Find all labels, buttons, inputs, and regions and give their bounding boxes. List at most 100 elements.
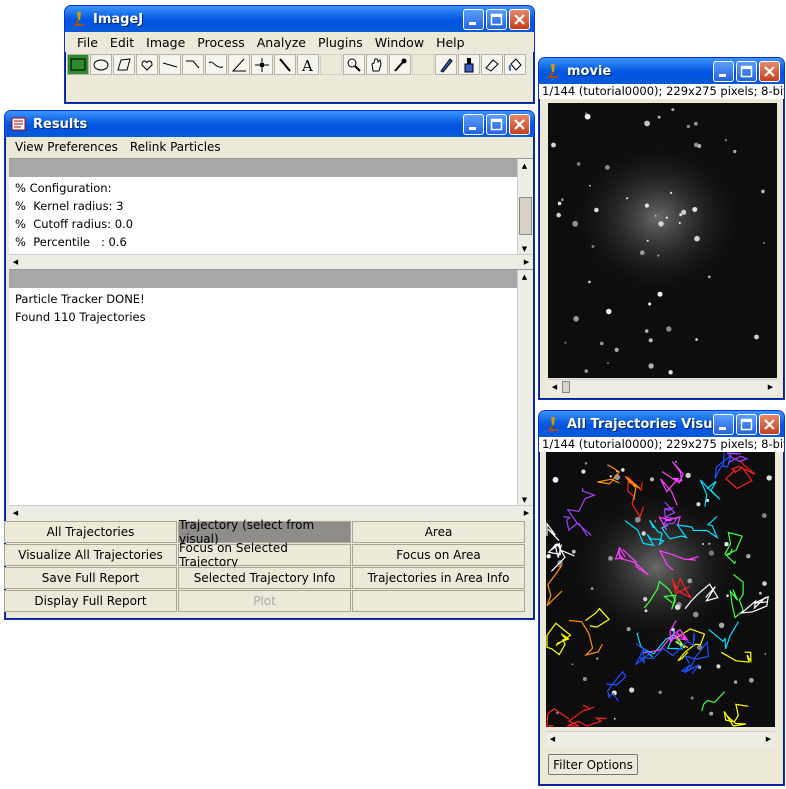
trajectory-button-grid: All Trajectories Trajectory (select from …	[4, 518, 525, 612]
freehand-line-icon[interactable]	[205, 54, 227, 75]
vertical-scrollbar[interactable]: ▲ ▼	[517, 159, 533, 255]
flood-fill-icon[interactable]	[504, 54, 526, 75]
area-button[interactable]: Area	[352, 521, 525, 543]
menu-help[interactable]: Help	[430, 35, 471, 50]
segmented-line-icon[interactable]	[182, 54, 204, 75]
minimize-button[interactable]	[713, 61, 734, 82]
maximize-button[interactable]	[736, 414, 757, 435]
log-text-area[interactable]: Particle Tracker DONE! Found 110 Trajecto…	[9, 269, 533, 520]
scroll-left-icon[interactable]: ◀	[9, 255, 22, 268]
color-picker-icon[interactable]	[389, 54, 411, 75]
tool-bar: A	[65, 52, 534, 77]
pencil-icon[interactable]	[435, 54, 457, 75]
rectangle-icon[interactable]	[67, 54, 89, 75]
close-button[interactable]	[509, 9, 530, 30]
movie-image-canvas[interactable]	[548, 103, 777, 378]
minimize-button[interactable]	[463, 114, 484, 135]
maximize-button[interactable]	[736, 61, 757, 82]
window-title: ImageJ	[93, 11, 144, 27]
selected-trajectory-info-button[interactable]: Selected Trajectory Info	[178, 567, 351, 589]
stack-slider[interactable]: ◀ ▶	[546, 731, 775, 746]
scroll-right-icon[interactable]: ▶	[520, 255, 533, 268]
scroll-right-icon[interactable]: ▶	[762, 732, 775, 745]
menu-process[interactable]: Process	[191, 35, 250, 50]
hand-icon[interactable]	[366, 54, 388, 75]
config-line: % Kernel radius: 3	[15, 199, 124, 213]
results-icon	[11, 116, 27, 132]
toolbar-separator	[320, 54, 342, 75]
view-preferences-menu[interactable]: View Preferences	[9, 140, 124, 154]
magnifier-icon[interactable]	[343, 54, 365, 75]
config-line: % Percentile : 0.6	[15, 235, 127, 249]
log-line: Found 110 Trajectories	[15, 310, 146, 324]
close-button[interactable]	[759, 61, 780, 82]
horizontal-scrollbar[interactable]: ◀ ▶	[9, 254, 533, 269]
results-menu: View Preferences Relink Particles	[5, 137, 534, 157]
menu-edit[interactable]: Edit	[104, 35, 140, 50]
trajectories-visual-window: All Trajectories Visual 1/144 (tutorial0…	[538, 410, 785, 786]
scroll-right-icon[interactable]: ▶	[764, 380, 777, 393]
config-line: % Configuration:	[15, 181, 112, 195]
stack-slider[interactable]: ◀ ▶	[548, 379, 777, 394]
save-full-report-button[interactable]: Save Full Report	[4, 567, 177, 589]
close-button[interactable]	[759, 414, 780, 435]
focus-on-area-button[interactable]: Focus on Area	[352, 544, 525, 566]
plot-button: Plot	[178, 590, 351, 612]
empty-button[interactable]	[352, 590, 525, 612]
filter-options-button[interactable]: Filter Options	[548, 754, 638, 775]
maximize-button[interactable]	[486, 9, 507, 30]
menu-plugins[interactable]: Plugins	[312, 35, 369, 50]
scroll-left-icon[interactable]: ◀	[9, 506, 22, 519]
relink-particles-menu[interactable]: Relink Particles	[124, 140, 227, 154]
window-title: All Trajectories Visual	[567, 416, 726, 432]
window-title: Results	[33, 116, 88, 132]
freehand-icon[interactable]	[136, 54, 158, 75]
scroll-up-icon[interactable]: ▲	[518, 270, 531, 283]
microscope-icon	[71, 11, 87, 27]
menu-image[interactable]: Image	[140, 35, 191, 50]
config-line: % Cutoff radius: 0.0	[15, 217, 134, 231]
angle-icon[interactable]	[228, 54, 250, 75]
oval-icon[interactable]	[90, 54, 112, 75]
trajectories-image-canvas[interactable]	[546, 452, 775, 727]
scroll-thumb[interactable]	[519, 197, 532, 235]
slider-thumb[interactable]	[562, 381, 570, 393]
all-trajectories-button[interactable]: All Trajectories	[4, 521, 177, 543]
minimize-button[interactable]	[463, 9, 484, 30]
menu-analyze[interactable]: Analyze	[251, 35, 312, 50]
text-icon[interactable]: A	[297, 54, 319, 75]
microscope-icon	[545, 416, 561, 432]
scroll-right-icon[interactable]: ▶	[520, 506, 533, 519]
movie-titlebar[interactable]: movie	[539, 58, 784, 84]
point-icon[interactable]	[251, 54, 273, 75]
vertical-scrollbar[interactable]: ▲ ▼	[517, 270, 533, 506]
svg-text:A: A	[301, 57, 313, 75]
polygon-icon[interactable]	[113, 54, 135, 75]
maximize-button[interactable]	[486, 114, 507, 135]
eraser-icon[interactable]	[481, 54, 503, 75]
log-line: Particle Tracker DONE!	[15, 292, 145, 306]
trajectory-select-from-visual-button[interactable]: Trajectory (select from visual)	[178, 518, 351, 546]
microscope-icon	[545, 63, 561, 79]
trajectories-in-area-info-button[interactable]: Trajectories in Area Info	[352, 567, 525, 589]
scroll-left-icon[interactable]: ◀	[546, 732, 559, 745]
scroll-up-icon[interactable]: ▲	[518, 159, 531, 172]
pane-header	[9, 270, 518, 288]
imagej-titlebar[interactable]: ImageJ	[65, 6, 534, 32]
wand-icon[interactable]	[274, 54, 296, 75]
visualize-all-trajectories-button[interactable]: Visualize All Trajectories	[4, 544, 177, 566]
menu-file[interactable]: File	[71, 35, 104, 50]
display-full-report-button[interactable]: Display Full Report	[4, 590, 177, 612]
results-titlebar[interactable]: Results	[5, 111, 534, 137]
scroll-left-icon[interactable]: ◀	[548, 380, 561, 393]
straight-line-icon[interactable]	[159, 54, 181, 75]
brush-icon[interactable]	[458, 54, 480, 75]
minimize-button[interactable]	[713, 414, 734, 435]
image-info: 1/144 (tutorial0000); 229x275 pixels; 8-…	[539, 437, 784, 452]
visual-titlebar[interactable]: All Trajectories Visual	[539, 411, 784, 437]
menu-window[interactable]: Window	[369, 35, 430, 50]
image-info: 1/144 (tutorial0000); 229x275 pixels; 8-…	[539, 84, 784, 99]
configuration-text-area[interactable]: % Configuration: % Kernel radius: 3 % Cuto…	[9, 158, 533, 269]
focus-on-selected-trajectory-button[interactable]: Focus on Selected Trajectory	[178, 541, 351, 569]
close-button[interactable]	[509, 114, 530, 135]
